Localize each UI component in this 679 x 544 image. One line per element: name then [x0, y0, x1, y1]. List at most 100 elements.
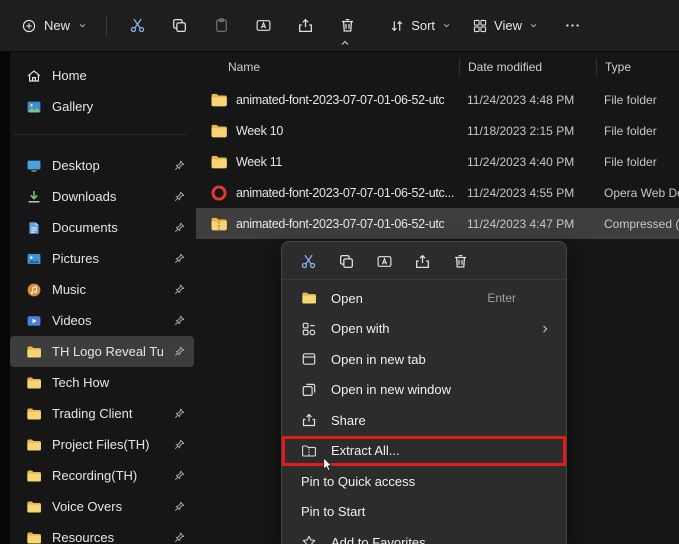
sidebar-item-label: Project Files(TH): [52, 437, 150, 452]
copy-button[interactable]: [160, 9, 198, 43]
file-row[interactable]: animated-font-2023-07-07-01-06-52-utc 11…: [196, 84, 679, 115]
menu-item-label: Pin to Start: [301, 504, 366, 520]
pin-icon: [173, 407, 186, 420]
sidebar-item-videos[interactable]: Videos: [10, 305, 194, 336]
sidebar-item-recording-th[interactable]: Recording(TH): [10, 460, 194, 491]
file-name: Week 10: [236, 123, 284, 138]
desktop-icon: [26, 158, 42, 174]
pictures-icon: [26, 251, 42, 267]
menu-toolbar-cut[interactable]: [294, 248, 322, 274]
sidebar-item-downloads[interactable]: Downloads: [10, 181, 194, 212]
file-row[interactable]: Week 11 11/24/2023 4:40 PM File folder: [196, 146, 679, 177]
folder-icon: [26, 530, 42, 544]
more-options-button[interactable]: [553, 9, 591, 43]
folder-icon: [26, 437, 42, 453]
file-type: File folder: [604, 92, 657, 107]
pin-icon: [173, 190, 186, 203]
file-name-cell: animated-font-2023-07-07-01-06-52-utc: [196, 91, 459, 109]
sort-button-label: Sort: [411, 18, 436, 33]
sidebar-item-home[interactable]: Home: [10, 60, 194, 91]
menu-item-open[interactable]: Open Enter: [282, 283, 566, 314]
downloads-icon: [26, 189, 42, 205]
sidebar-item-label: Tech How: [52, 375, 110, 390]
paste-button[interactable]: [202, 9, 240, 43]
sidebar-item-desktop[interactable]: Desktop: [10, 150, 194, 181]
documents-icon: [26, 220, 42, 236]
copy-icon: [338, 253, 355, 270]
sidebar-item-project-files-th[interactable]: Project Files(TH): [10, 429, 194, 460]
file-row[interactable]: animated-font-2023-07-07-01-06-52-utc 11…: [196, 208, 679, 239]
trash-icon: [339, 17, 356, 34]
folder-icon: [210, 122, 228, 140]
share-icon: [297, 17, 314, 34]
paste-icon: [213, 17, 230, 34]
opera-icon: [210, 184, 228, 202]
new-button-label: New: [44, 18, 71, 33]
pin-icon: [173, 283, 186, 296]
sidebar-item-tech-how[interactable]: Tech How: [10, 367, 194, 398]
file-explorer-window: New Sort View Home Gallery Desktop Downl…: [0, 0, 679, 544]
pin-icon: [173, 221, 186, 234]
copy-icon: [171, 17, 188, 34]
sidebar-item-resources[interactable]: Resources: [10, 522, 194, 544]
file-row[interactable]: animated-font-2023-07-07-01-06-52-utc...…: [196, 177, 679, 208]
folder-icon: [26, 468, 42, 484]
sidebar-item-label: Trading Client: [52, 406, 133, 421]
menu-item-open-in-new-window[interactable]: Open in new window: [282, 375, 566, 406]
pin-icon: [173, 159, 186, 172]
column-headers: Name Date modified Type: [196, 52, 679, 82]
sidebar-item-documents[interactable]: Documents: [10, 212, 194, 243]
menu-toolbar-share[interactable]: [408, 248, 436, 274]
sidebar-item-pictures[interactable]: Pictures: [10, 243, 194, 274]
sidebar-item-voice-overs[interactable]: Voice Overs: [10, 491, 194, 522]
share-button[interactable]: [286, 9, 324, 43]
sort-button[interactable]: Sort: [381, 11, 460, 41]
sidebar-item-label: Resources: [52, 530, 115, 544]
folder-icon: [26, 499, 42, 515]
sidebar-item-music[interactable]: Music: [10, 274, 194, 305]
file-date-modified: 11/24/2023 4:47 PM: [467, 216, 575, 231]
cut-button[interactable]: [118, 9, 156, 43]
window-edge: [0, 52, 10, 544]
toolbar-divider: [106, 14, 108, 37]
toolbar-right-group: Sort View: [381, 9, 593, 43]
sidebar-item-trading-client[interactable]: Trading Client: [10, 398, 194, 429]
column-header-type[interactable]: Type: [596, 58, 679, 76]
sidebar-item-label: Voice Overs: [52, 499, 123, 514]
sidebar-item-gallery[interactable]: Gallery: [10, 91, 194, 122]
sidebar-item-label: Pictures: [52, 251, 99, 266]
pin-icon: [173, 314, 186, 327]
music-icon: [26, 282, 42, 298]
folder-icon: [210, 91, 228, 109]
file-date-modified: 11/24/2023 4:55 PM: [467, 185, 575, 200]
menu-toolbar-copy[interactable]: [332, 248, 360, 274]
folder-icon: [210, 153, 228, 171]
column-header-name[interactable]: Name: [196, 58, 459, 76]
file-row[interactable]: Week 10 11/18/2023 2:15 PM File folder: [196, 115, 679, 146]
rename-icon: [255, 17, 272, 34]
view-button[interactable]: View: [464, 11, 547, 41]
file-type: Compressed (zi: [604, 216, 679, 231]
column-header-date-modified[interactable]: Date modified: [459, 58, 596, 76]
rename-button[interactable]: [244, 9, 282, 43]
menu-item-open-in-new-tab[interactable]: Open in new tab: [282, 344, 566, 375]
menu-toolbar-delete[interactable]: [446, 248, 474, 274]
view-button-label: View: [494, 18, 522, 33]
rename-icon: [376, 253, 393, 270]
sidebar-item-th-logo-reveal-tut[interactable]: TH Logo Reveal Tut: [10, 336, 194, 367]
pin-icon: [173, 531, 186, 544]
menu-item-share[interactable]: Share: [282, 405, 566, 436]
pin-icon: [173, 345, 186, 358]
menu-item-add-to-favorites[interactable]: Add to Favorites: [282, 527, 566, 544]
menu-item-pin-to-start[interactable]: Pin to Start: [282, 497, 566, 528]
plus-icon: [21, 18, 37, 34]
menu-item-open-with[interactable]: Open with: [282, 314, 566, 345]
scroll-up-button[interactable]: [338, 36, 352, 50]
context-menu-iconbar: [282, 246, 566, 280]
ellipsis-icon: [564, 17, 581, 34]
new-button[interactable]: New: [12, 11, 97, 41]
share-icon: [414, 253, 431, 270]
file-type: Opera Web Do: [604, 185, 679, 200]
menu-toolbar-rename[interactable]: [370, 248, 398, 274]
menu-shortcut: Enter: [487, 291, 516, 306]
